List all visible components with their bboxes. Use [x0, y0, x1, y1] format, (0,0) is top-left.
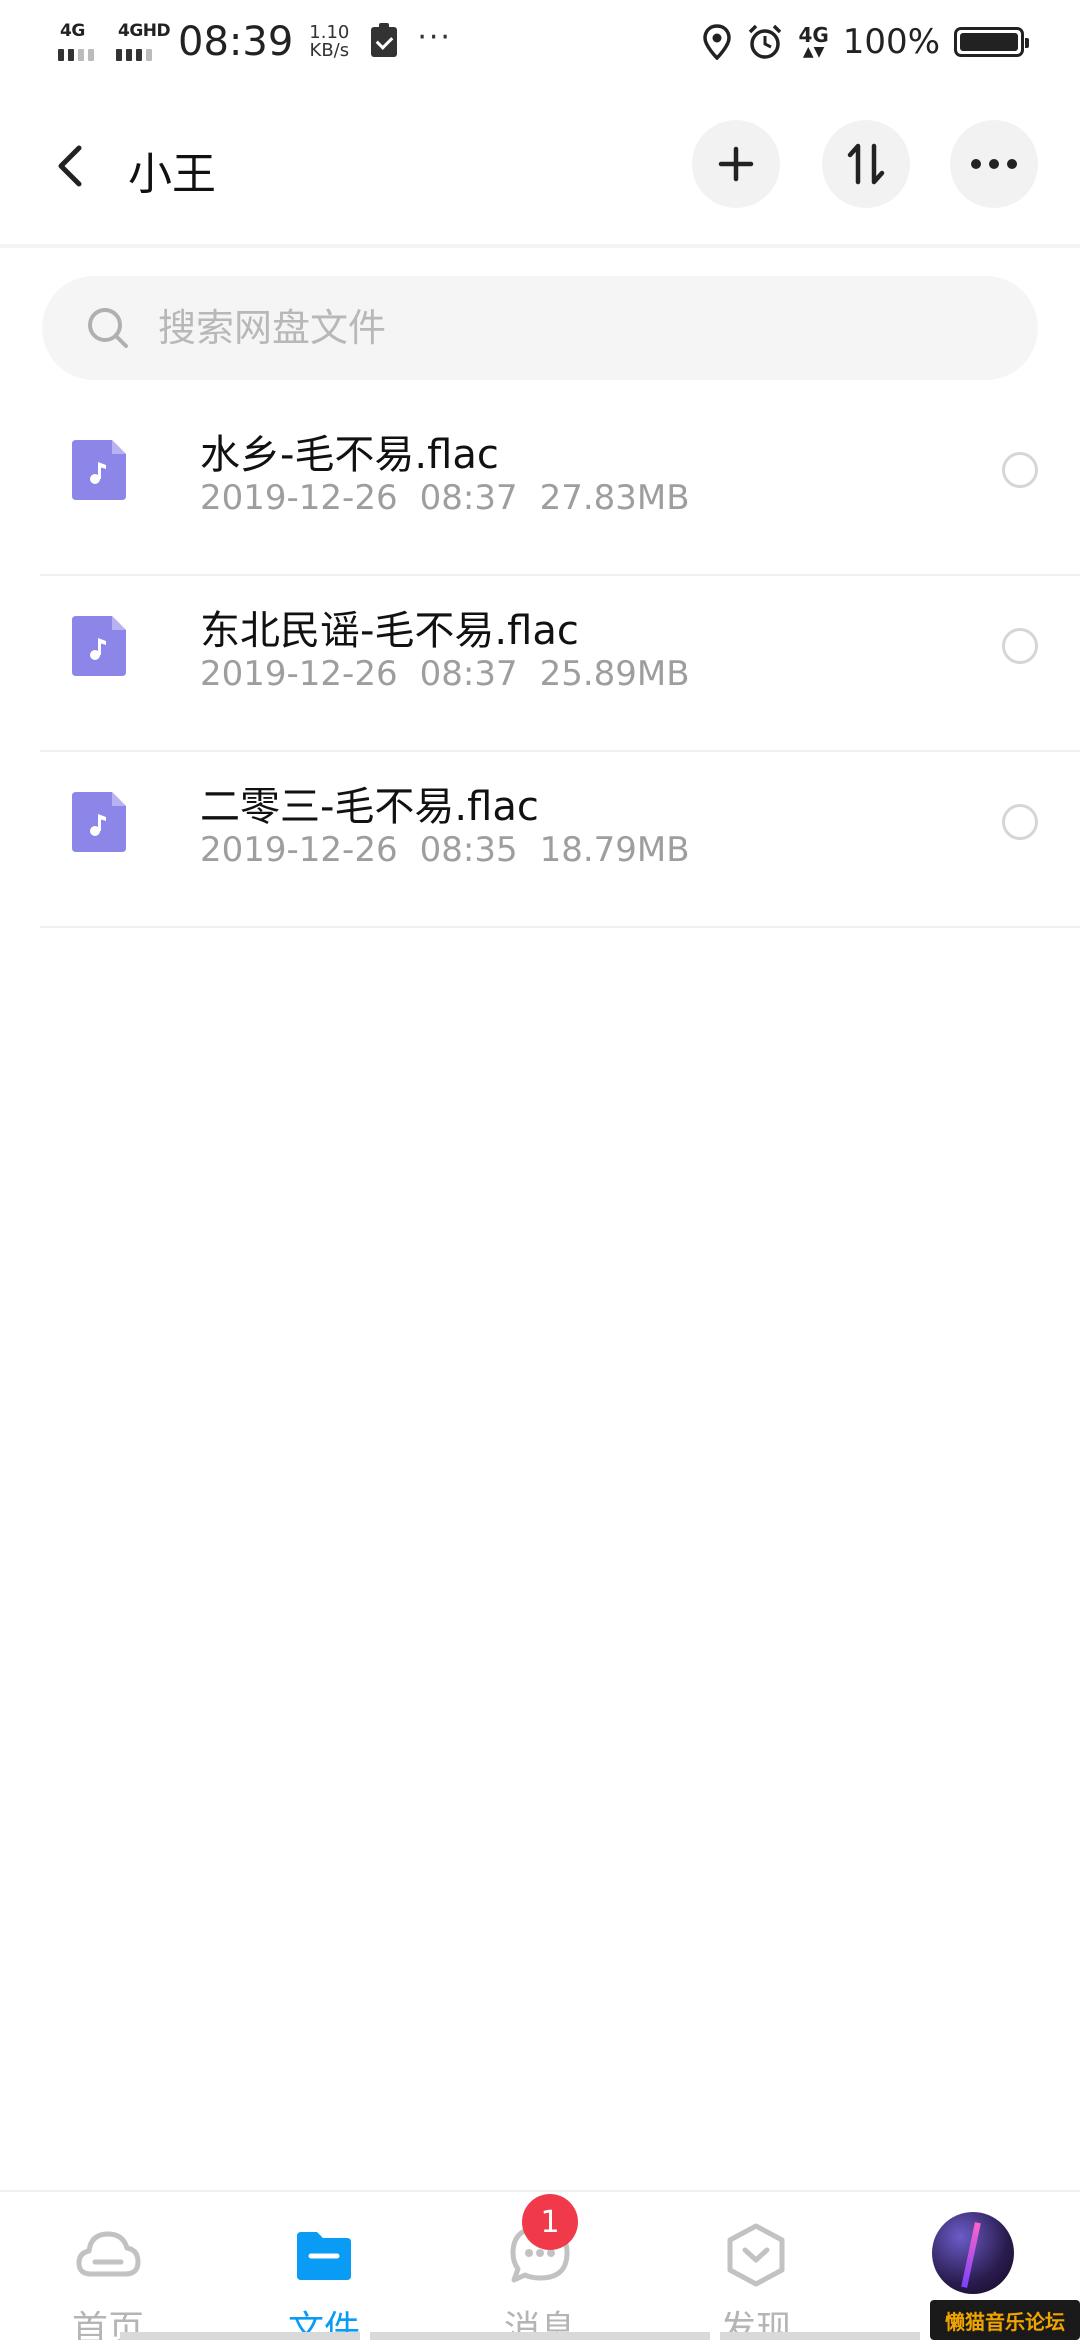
file-meta: 2019-12-26 08:37 25.89MB — [200, 654, 712, 694]
file-name: 水乡-毛不易.flac — [200, 432, 499, 478]
sim1-network-type: 4G — [60, 21, 85, 41]
file-date: 2019-12-26 — [200, 654, 398, 694]
mobile-data-icon: 4G ▲▼ — [798, 23, 829, 60]
sim2-network-type: 4GHD — [118, 21, 171, 41]
header-divider — [0, 244, 1080, 248]
file-name: 东北民谣-毛不易.flac — [200, 608, 579, 654]
clipboard-check-icon — [371, 23, 398, 57]
file-row[interactable]: 东北民谣-毛不易.flac 2019-12-26 08:37 25.89MB — [40, 576, 1080, 752]
select-radio[interactable] — [1002, 628, 1038, 664]
nav-home[interactable]: 首页 — [38, 2220, 178, 2340]
file-row[interactable]: 水乡-毛不易.flac 2019-12-26 08:37 27.83MB — [40, 400, 1080, 576]
file-size: 18.79MB — [539, 830, 690, 870]
alarm-icon — [749, 24, 782, 59]
back-button[interactable] — [40, 136, 100, 196]
file-size: 27.83MB — [539, 478, 690, 518]
search-input[interactable] — [158, 306, 958, 350]
file-time: 08:35 — [419, 830, 518, 870]
file-list: 水乡-毛不易.flac 2019-12-26 08:37 27.83MB 东北民谣-… — [40, 400, 1080, 928]
music-file-icon — [72, 616, 126, 676]
bottom-nav: 首页 文件 1 消息 发现 — [0, 2190, 1080, 2340]
sim1-signal-icon: 4G — [58, 21, 102, 63]
more-button[interactable] — [950, 120, 1038, 208]
file-name: 二零三-毛不易.flac — [200, 784, 539, 830]
status-right: 4G ▲▼ 100% — [702, 18, 1029, 66]
avatar[interactable] — [932, 2212, 1014, 2294]
file-date: 2019-12-26 — [200, 478, 398, 518]
page-title: 小王 — [128, 149, 216, 200]
battery-percent: 100% — [842, 22, 940, 62]
hexagon-chevron-icon — [727, 2223, 785, 2287]
file-meta: 2019-12-26 08:35 18.79MB — [200, 830, 712, 870]
nav-discover[interactable]: 发现 — [686, 2220, 826, 2340]
sort-button[interactable] — [822, 120, 910, 208]
status-bar: 4G 4GHD 08:39 1.10 KB/s ··· 4G ▲▼ 100% — [0, 0, 1080, 84]
gesture-bar-segment — [120, 2332, 360, 2340]
battery-icon — [954, 27, 1029, 57]
network-speed: 1.10 KB/s — [309, 24, 349, 60]
search-bar[interactable] — [42, 276, 1038, 380]
file-size: 25.89MB — [539, 654, 690, 694]
music-file-icon — [72, 440, 126, 500]
gesture-bar-segment — [370, 2332, 710, 2340]
sim2-signal-icon: 4GHD — [116, 21, 171, 63]
location-icon — [703, 24, 732, 60]
music-file-icon — [72, 792, 126, 852]
plus-icon — [718, 146, 754, 182]
file-date: 2019-12-26 — [200, 830, 398, 870]
folder-icon — [297, 2232, 351, 2280]
chevron-left-icon — [58, 145, 82, 187]
gesture-bar-segment — [720, 2332, 920, 2340]
status-time: 08:39 — [178, 19, 294, 65]
nav-files[interactable]: 文件 — [254, 2220, 394, 2340]
file-meta: 2019-12-26 08:37 27.83MB — [200, 478, 712, 518]
file-time: 08:37 — [419, 478, 518, 518]
network-speed-unit: KB/s — [309, 40, 350, 61]
file-time: 08:37 — [419, 654, 518, 694]
nav-messages[interactable]: 1 消息 — [470, 2194, 610, 2340]
cloud-icon — [76, 2231, 141, 2277]
file-row[interactable]: 二零三-毛不易.flac 2019-12-26 08:35 18.79MB — [40, 752, 1080, 928]
more-dots-icon — [971, 159, 1017, 169]
top-bar: 小王 — [0, 110, 1080, 222]
select-radio[interactable] — [1002, 452, 1038, 488]
select-radio[interactable] — [1002, 804, 1038, 840]
forum-watermark: 懒猫音乐论坛 — [930, 2300, 1080, 2340]
add-button[interactable] — [692, 120, 780, 208]
search-icon — [88, 308, 128, 348]
status-left: 4G 4GHD 08:39 1.10 KB/s ··· — [58, 18, 452, 66]
sort-arrows-icon — [847, 143, 885, 185]
message-count-badge: 1 — [522, 2194, 578, 2250]
status-more-icon: ··· — [417, 19, 452, 55]
